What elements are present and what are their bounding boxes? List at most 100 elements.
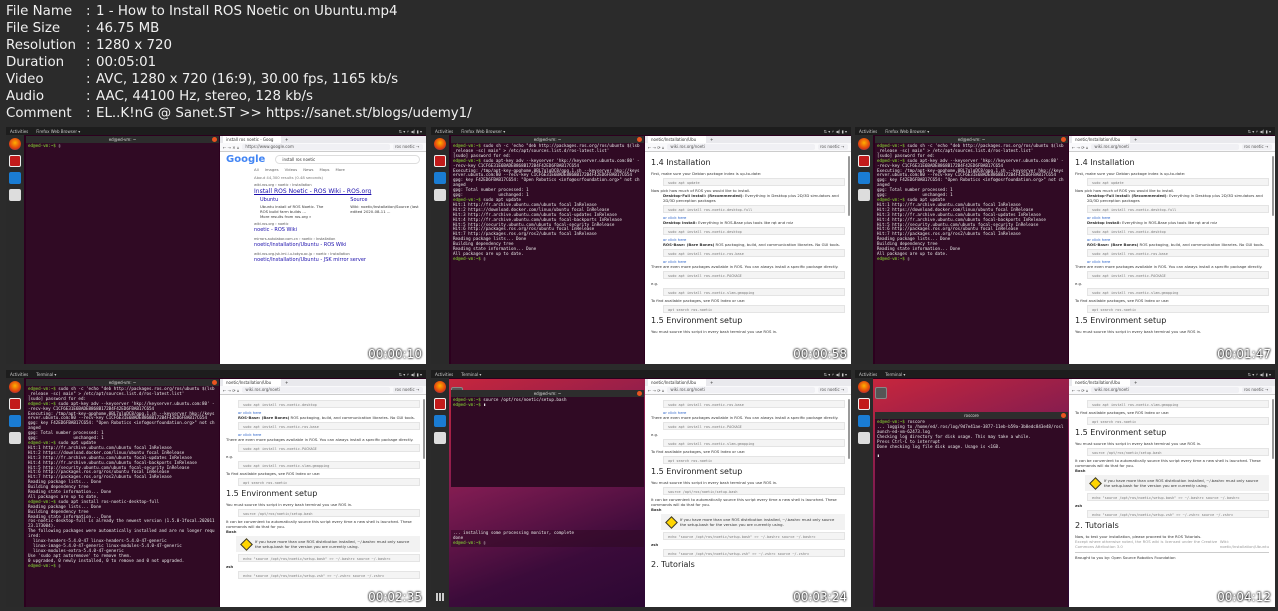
option-desc: Everything in ROS-Base plus tools like r… xyxy=(696,220,794,225)
files-icon xyxy=(434,432,446,444)
scrollbar[interactable] xyxy=(423,399,425,459)
thumbnail-5[interactable]: Activities Terminal ▾ ⇅ ▾ ⚡ ◀) ▮ ▾ ed@ed-v… xyxy=(431,370,851,607)
section-heading: 1.5 Environment setup xyxy=(226,489,318,498)
code-block: sudo apt install ros-noetic-ros-base xyxy=(663,400,845,408)
code-block: echo "source /opt/ros/noetic/setup.bash"… xyxy=(238,554,420,562)
thumbnail-2[interactable]: Activities Firefox Web Browser ▾ ⇅ ▾ ⚡ ◀) … xyxy=(431,127,851,364)
prompt: ed@ed-vm:~$ xyxy=(453,255,481,261)
vscode-icon xyxy=(434,172,446,184)
paragraph: You must source this script in every bas… xyxy=(1075,441,1202,446)
nav-arrows-icon[interactable]: ← → ⟳ ⌂ xyxy=(1072,145,1088,150)
vscode-icon xyxy=(858,172,870,184)
browser-tabs: noetic/Installation/Ubu + xyxy=(1069,379,1275,386)
recorder-icon xyxy=(434,398,446,410)
command: sudo apt-key adv --keyserver 'hkp://keys… xyxy=(28,400,215,411)
dock xyxy=(6,378,38,607)
option-label: Desktop Install: xyxy=(663,220,697,225)
thumbnail-6[interactable]: Activities Terminal ▾ ⇅ ▾ ⚡ ◀) ▮ ▾ roscore… xyxy=(855,370,1275,607)
code-block: echo "source /opt/ros/noetic/setup.zsh" … xyxy=(1087,510,1269,518)
search-box[interactable]: ros noetic → xyxy=(818,144,848,150)
scrollbar[interactable] xyxy=(1272,399,1274,459)
section-heading: 1.5 Environment setup xyxy=(651,316,743,325)
media-info: File Name:1 - How to Install ROS Noetic … xyxy=(6,3,472,122)
new-tab-icon[interactable]: + xyxy=(1134,380,1137,385)
code-block: sudo apt update xyxy=(663,178,845,186)
nav-arrows-icon[interactable]: ← → ⟳ ⌂ xyxy=(223,388,239,393)
nav-arrows-icon[interactable]: ← → ⟳ ⌂ xyxy=(1072,388,1088,393)
ros-wiki-page: 1.4 Installation First, make sure your De… xyxy=(645,152,851,337)
code-block: source /opt/ros/noetic/setup.bash xyxy=(1087,448,1269,456)
install-option: Desktop-Full Install: (Recommended): Eve… xyxy=(1087,193,1269,203)
paragraph: There are even more packages available i… xyxy=(651,415,839,420)
search-box[interactable]: ros noetic → xyxy=(818,387,848,393)
scrollbar[interactable] xyxy=(848,156,850,216)
paragraph: First, make sure your Debian package ind… xyxy=(1075,171,1186,176)
paragraph: You must source this script in every bas… xyxy=(226,502,353,507)
code-block: sudo apt install ros-noetic-desktop xyxy=(663,227,845,235)
install-option: ROS-Base: (Bare Bones) ROS packaging, bu… xyxy=(663,242,845,247)
install-option: Desktop Install: Everything in ROS-Base … xyxy=(663,220,845,225)
browser-window: install ros noetic - Goog + ← → ✕ ⌂ https:… xyxy=(220,136,426,364)
install-option: Desktop-Full Install: (Recommended): Eve… xyxy=(663,193,845,203)
scrollbar[interactable] xyxy=(848,399,850,459)
url-bar[interactable]: wiki.ros.org/noeti xyxy=(1091,144,1239,150)
code-block: sudo apt update xyxy=(1087,178,1269,186)
info-row: Resolution:1280 x 720 xyxy=(6,38,173,53)
thumbnail-3[interactable]: Activities Firefox Web Browser ▾ ⇅ ▾ ⚡ ◀) … xyxy=(855,127,1275,364)
paragraph: It can be convenient to automatically so… xyxy=(1075,458,1261,468)
output-line: Executing: /tmp/apt-key-gpghome.0BL7glgD… xyxy=(877,167,1064,178)
tab-ros-wiki[interactable]: noetic/Installation/Ubu xyxy=(648,136,706,143)
dock xyxy=(431,378,463,607)
timestamp: 00:00:58 xyxy=(793,347,847,361)
thumbnail-1[interactable]: Activities Firefox Web Browser ▾ ⇅ ▾ ⚡ ◀) … xyxy=(6,127,426,364)
new-tab-icon[interactable]: + xyxy=(710,137,713,142)
paragraph: You must source this script in every bas… xyxy=(651,480,778,485)
search-box[interactable]: ros noetic → xyxy=(393,387,423,393)
code-block: apt search ros-noetic xyxy=(663,456,845,464)
section-heading: 1.4 Installation xyxy=(1075,158,1135,167)
new-tab-icon[interactable]: + xyxy=(285,380,288,385)
url-bar[interactable]: wiki.ros.org/noeti xyxy=(242,387,390,393)
files-icon xyxy=(858,432,870,444)
url-bar[interactable]: wiki.ros.org/noeti xyxy=(1091,387,1239,393)
wiki-ref: Wiki: noetic/Installation/Ubuntu xyxy=(1219,539,1269,549)
command: sudo sh -c 'echo "deb http://packages.ro… xyxy=(453,143,640,153)
footer-license: Except where otherwise noted, the ROS wi… xyxy=(1075,539,1269,549)
url-bar[interactable]: wiki.ros.org/noeti xyxy=(667,387,815,393)
browser-window: noetic/Installation/Ubu + ← → ⟳ ⌂ wiki.ros.… xyxy=(645,136,851,364)
command: sudo apt-key adv --keyserver 'hkp://keys… xyxy=(453,157,640,168)
output-line: gpg: key F42ED6FBAB17C654: "Open Robotic… xyxy=(28,420,215,431)
thumbnail-4[interactable]: Activities Terminal ▾ ⇅ ▾ ⚡ ◀) ▮ ▾ ed@ed-v… xyxy=(6,370,426,607)
search-box[interactable]: ros noetic → xyxy=(1242,144,1272,150)
output-line: The following packages were automaticall… xyxy=(28,528,215,539)
code-block: sudo apt install ros-noetic-slam-gmappin… xyxy=(663,439,845,447)
paragraph: There are even more packages available i… xyxy=(1075,264,1263,269)
recorder-icon xyxy=(858,155,870,167)
new-tab-icon[interactable]: + xyxy=(1134,137,1137,142)
nav-bar: ← → ⟳ ⌂ wiki.ros.org/noeti ros noetic → xyxy=(645,143,851,152)
code-block: apt search ros-noetic xyxy=(1087,305,1269,313)
install-option: ROS-Base: (Bare Bones) ROS packaging, bu… xyxy=(238,415,420,420)
code-block: source /opt/ros/noetic/setup.bash xyxy=(663,487,845,495)
tab-ros-wiki[interactable]: noetic/Installation/Ubu xyxy=(648,379,706,386)
code-block: echo "source /opt/ros/noetic/setup.bash"… xyxy=(1087,493,1269,501)
tab-ros-wiki[interactable]: noetic/Installation/Ubu xyxy=(1072,136,1130,143)
option-label: ROS-Base: (Bare Bones) xyxy=(238,415,290,420)
scrollbar[interactable] xyxy=(1272,156,1274,216)
nav-bar: ← → ⟳ ⌂ wiki.ros.org/noeti ros noetic → xyxy=(1069,143,1275,152)
nav-arrows-icon[interactable]: ← → ⟳ ⌂ xyxy=(648,145,664,150)
section-heading: 2. Tutorials xyxy=(651,560,695,569)
info-row: Video: AVC, 1280 x 720 (16:9), 30.00 fps,… xyxy=(6,72,399,87)
code-block: sudo apt install ros-noetic-PACKAGE xyxy=(663,422,845,430)
search-box[interactable]: ros noetic → xyxy=(1242,387,1272,393)
nav-arrows-icon[interactable]: ← → ⟳ ⌂ xyxy=(648,388,664,393)
terminal-window: ed@ed-vm: ~ ed@ed-vm:~$ ▯ xyxy=(26,136,219,364)
url-bar[interactable]: wiki.ros.org/noeti xyxy=(667,144,815,150)
paragraph: It can be convenient to automatically so… xyxy=(226,519,412,529)
tab-ros-wiki[interactable]: noetic/Installation/Ubu xyxy=(1072,379,1130,386)
section-heading: 1.4 Installation xyxy=(651,158,711,167)
tab-ros-wiki[interactable]: noetic/Installation/Ubu xyxy=(223,379,281,386)
output-line: Executing: /tmp/apt-key-gpghome.0BL7glgD… xyxy=(28,410,215,421)
new-tab-icon[interactable]: + xyxy=(710,380,713,385)
paragraph: e.g. xyxy=(651,281,659,286)
